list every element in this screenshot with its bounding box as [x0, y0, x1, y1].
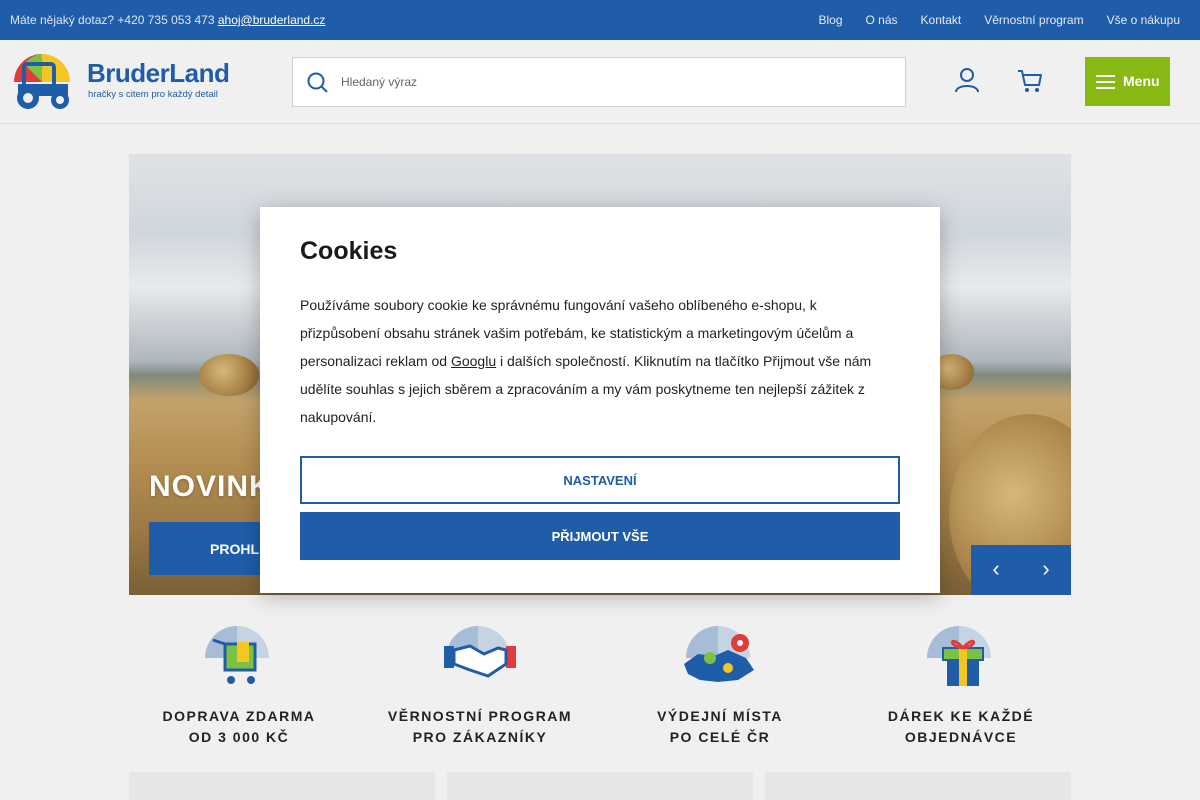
cookie-dialog-text: Používáme soubory cookie ke správnému fu…: [300, 291, 900, 431]
modal-overlay: Cookies Používáme soubory cookie ke sprá…: [0, 0, 1200, 800]
cookie-accept-all-button[interactable]: PŘIJMOUT VŠE: [300, 512, 900, 560]
cookie-dialog-title: Cookies: [300, 237, 398, 265]
google-link[interactable]: Googlu: [451, 353, 496, 369]
cookie-consent-dialog: Cookies Používáme soubory cookie ke sprá…: [260, 207, 940, 593]
cookie-settings-button[interactable]: NASTAVENÍ: [300, 456, 900, 504]
